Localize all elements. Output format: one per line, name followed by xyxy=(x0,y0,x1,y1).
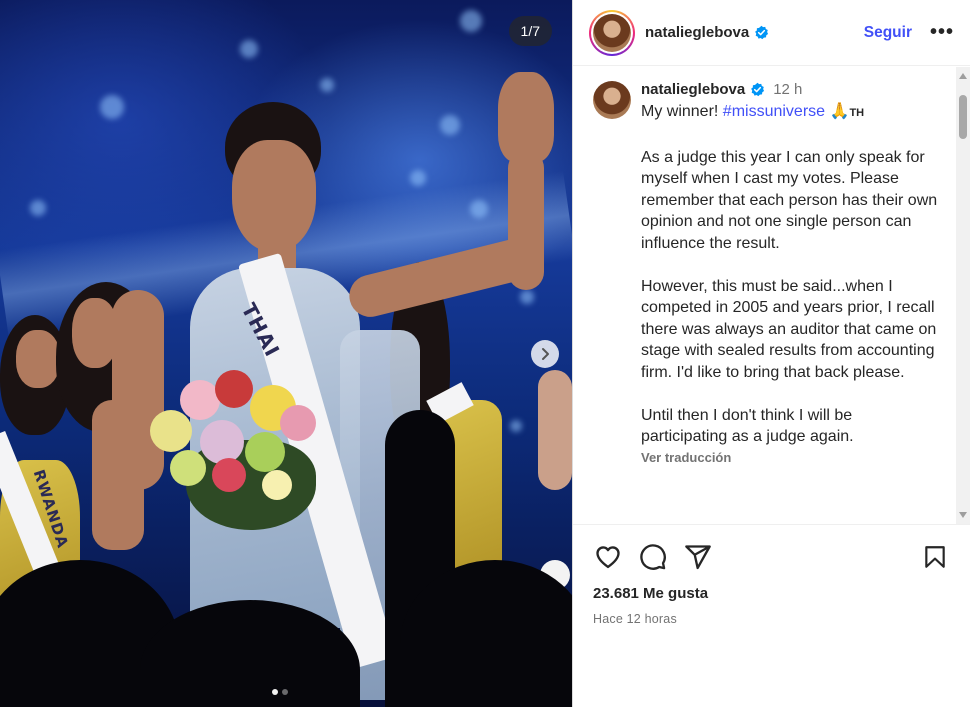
post-viewer: RWANDA THAI 1/7 natalieglebova Seguir ••… xyxy=(0,0,970,707)
flower xyxy=(150,410,192,452)
post-header: natalieglebova Seguir ••• xyxy=(573,0,970,66)
post-side-panel: natalieglebova Seguir ••• natalieglebova xyxy=(572,0,970,707)
author-username[interactable]: natalieglebova xyxy=(645,24,749,41)
bokeh-light xyxy=(240,40,258,58)
chevron-right-icon xyxy=(542,348,549,360)
avatar-image xyxy=(593,13,631,52)
winner-forearm xyxy=(508,150,544,290)
carousel-dots xyxy=(272,689,288,695)
action-icons xyxy=(593,541,950,573)
save-button[interactable] xyxy=(920,542,950,572)
share-icon xyxy=(685,545,711,570)
flower xyxy=(280,405,316,441)
bokeh-light xyxy=(460,10,482,32)
like-button[interactable] xyxy=(593,542,623,572)
bokeh-light xyxy=(320,78,334,92)
flower xyxy=(212,458,246,492)
flower xyxy=(180,380,220,420)
see-translation-link[interactable]: Ver traducción xyxy=(641,450,941,465)
contestant-face xyxy=(16,330,60,388)
caption-avatar[interactable] xyxy=(593,81,631,119)
caption-time[interactable]: 12 h xyxy=(773,81,802,98)
flag-th: TH xyxy=(849,107,865,119)
next-media-button[interactable] xyxy=(531,340,559,368)
flower xyxy=(200,420,244,464)
flower xyxy=(245,432,285,472)
hashtag-link[interactable]: #missuniverse xyxy=(723,103,825,120)
scroll-thumb[interactable] xyxy=(959,95,967,139)
heart-icon xyxy=(596,546,620,569)
bokeh-light xyxy=(510,420,522,432)
scroll-up-arrow[interactable] xyxy=(959,73,967,79)
bookmark-icon xyxy=(925,546,945,568)
carousel-dot xyxy=(282,689,288,695)
likes-count[interactable]: 23.681 Me gusta xyxy=(593,585,950,602)
post-timestamp[interactable]: Hace 12 horas xyxy=(593,612,950,626)
comments-area[interactable]: natalieglebova 12 h My winner! #missuniv… xyxy=(573,67,970,524)
caption: natalieglebova 12 h My winner! #missuniv… xyxy=(593,81,950,465)
share-button[interactable] xyxy=(683,542,713,572)
flower xyxy=(262,470,292,500)
carousel-dot xyxy=(272,689,278,695)
bokeh-light xyxy=(520,290,534,304)
post-actions: 23.681 Me gusta Hace 12 horas xyxy=(573,524,970,707)
contestant-arm xyxy=(538,370,572,490)
post-photo[interactable]: RWANDA THAI 1/7 xyxy=(0,0,572,707)
flower xyxy=(170,450,206,486)
comment-icon xyxy=(640,544,666,570)
flower xyxy=(215,370,253,408)
comment-button[interactable] xyxy=(638,542,668,572)
caption-head: natalieglebova 12 h xyxy=(641,81,941,98)
winner-face xyxy=(232,140,316,252)
caption-body-text: As a judge this year I can only speak fo… xyxy=(641,148,938,446)
bokeh-light xyxy=(100,95,124,119)
verified-badge-icon xyxy=(755,25,769,40)
scroll-down-arrow[interactable] xyxy=(959,512,967,518)
verified-badge-icon xyxy=(751,82,765,97)
bokeh-light xyxy=(410,170,426,186)
follow-button[interactable]: Seguir xyxy=(864,24,912,42)
bokeh-light xyxy=(440,115,460,135)
author-avatar[interactable] xyxy=(589,9,635,56)
more-options-button[interactable]: ••• xyxy=(930,21,954,44)
winner-left-arm xyxy=(112,290,164,490)
bokeh-light xyxy=(30,200,46,216)
caption-line1-text: My winner! xyxy=(641,103,723,120)
caption-body: natalieglebova 12 h My winner! #missuniv… xyxy=(641,81,941,465)
avatar-border xyxy=(591,11,633,54)
comments-scrollbar[interactable] xyxy=(956,67,970,524)
caption-first-line: My winner! #missuniverse 🙏TH xyxy=(641,101,941,125)
caption-username[interactable]: natalieglebova xyxy=(641,81,745,98)
pray-emoji: 🙏 xyxy=(825,103,850,120)
winner-hand xyxy=(498,72,554,162)
media-counter: 1/7 xyxy=(508,16,552,46)
bokeh-light xyxy=(470,200,488,218)
